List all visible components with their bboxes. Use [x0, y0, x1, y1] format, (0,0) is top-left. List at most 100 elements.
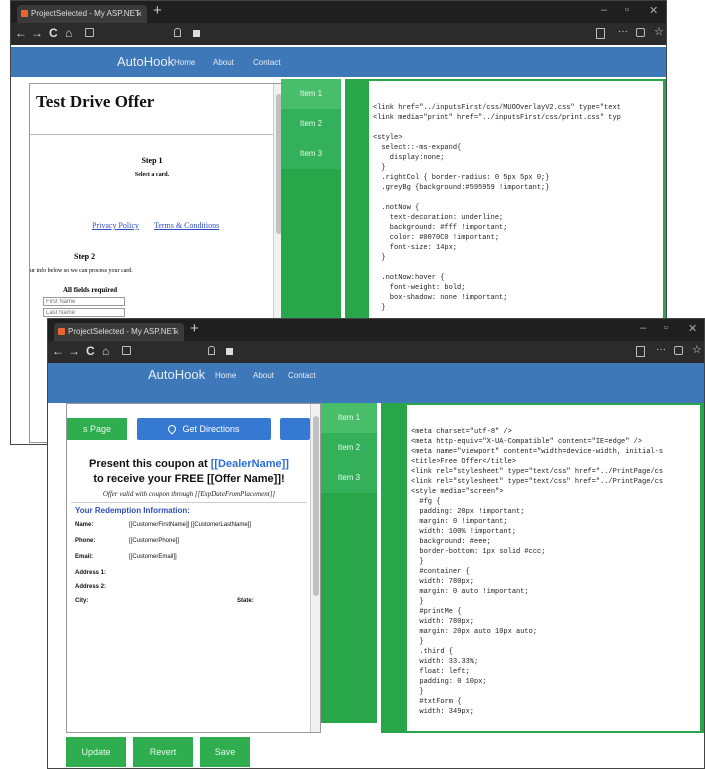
- code-line: <link href="../inputsFirst/css/MUOOverla…: [373, 104, 621, 112]
- coupon-line2: to receive your FREE [[Offer Name]]!: [93, 473, 285, 485]
- reader-icon[interactable]: [596, 28, 605, 39]
- code-line: }: [411, 638, 424, 646]
- nav-home[interactable]: Home: [174, 58, 195, 67]
- code-line: .notNow:hover {: [373, 274, 445, 282]
- last-name-field[interactable]: [43, 308, 125, 317]
- new-tab-icon[interactable]: +: [190, 320, 199, 337]
- brand-logo[interactable]: AutoHook: [117, 54, 174, 69]
- scrollbar-thumb[interactable]: [313, 416, 319, 596]
- code-line: font-weight: bold;: [373, 284, 466, 292]
- bookmark-star-icon[interactable]: ☆: [692, 343, 702, 356]
- tab-close-icon[interactable]: ×: [137, 5, 142, 23]
- state-label: State:: [237, 598, 254, 604]
- lock-icon: [193, 30, 200, 37]
- code-line: select::-ms-expand{: [373, 144, 462, 152]
- back-icon[interactable]: ←: [52, 344, 64, 358]
- code-editor[interactable]: <meta charset="utf-8" /> <meta http-equiv…: [407, 405, 700, 731]
- code-line: box-shadow: none !important;: [373, 294, 508, 302]
- more-menu-icon[interactable]: ···: [656, 344, 666, 355]
- nav-contact[interactable]: Contact: [253, 58, 281, 67]
- extra-button[interactable]: [280, 418, 310, 440]
- code-line: font-size: 14px;: [373, 244, 458, 252]
- field-label: City:: [75, 598, 89, 604]
- menu-item-2[interactable]: Item 2: [281, 109, 341, 139]
- brand-logo[interactable]: AutoHook: [148, 367, 205, 382]
- browser-toolbar: ← → C ⌂ ··· ☆: [48, 341, 704, 363]
- browser-toolbar: ← → C ⌂ ··· ☆: [11, 23, 666, 45]
- menu-item-3[interactable]: Item 3: [281, 139, 341, 169]
- reload-icon[interactable]: C: [49, 26, 58, 40]
- bookmark-star-icon[interactable]: ☆: [654, 25, 664, 38]
- privacy-policy-link[interactable]: Privacy Policy: [92, 221, 139, 230]
- code-line: <title>Free Offer</title>: [411, 458, 517, 466]
- more-menu-icon[interactable]: ···: [618, 26, 628, 37]
- maximize-icon[interactable]: ▫: [625, 4, 629, 16]
- code-line: display:none;: [373, 154, 445, 162]
- pocket-icon[interactable]: [674, 346, 683, 355]
- new-tab-icon[interactable]: +: [153, 2, 162, 19]
- browser-tab[interactable]: ProjectSelected - My ASP.NET ×: [17, 5, 147, 23]
- revert-button[interactable]: Revert: [133, 737, 193, 767]
- code-line: text-decoration: underline;: [373, 214, 504, 222]
- code-line: }: [373, 304, 386, 312]
- nav-about[interactable]: About: [213, 58, 234, 67]
- coupon-headline: Present this coupon at [[DealerName]]: [67, 458, 311, 470]
- code-line: border-bottom: 1px solid #ccc;: [411, 548, 546, 556]
- minimize-icon[interactable]: –: [640, 322, 646, 334]
- page-button[interactable]: s Page: [67, 418, 127, 440]
- required-note: All fields required: [63, 286, 118, 294]
- coupon-preview-pane[interactable]: s Page Get Directions Present this coupo…: [66, 403, 321, 733]
- maximize-icon[interactable]: ▫: [664, 322, 668, 334]
- save-button[interactable]: Save: [200, 737, 250, 767]
- close-window-icon[interactable]: ✕: [688, 322, 697, 335]
- menu-item-1[interactable]: Item 1: [321, 403, 377, 433]
- pocket-icon[interactable]: [636, 28, 645, 37]
- favicon-icon: [21, 10, 28, 17]
- nav-contact[interactable]: Contact: [288, 371, 316, 380]
- minimize-icon[interactable]: –: [601, 4, 607, 16]
- reload-icon[interactable]: C: [86, 344, 95, 358]
- browser-tab[interactable]: ProjectSelected - My ASP.NET ×: [54, 323, 184, 341]
- menu-item-3[interactable]: Item 3: [321, 463, 377, 493]
- field-label: Email:: [75, 554, 94, 560]
- coupon-line1: Present this coupon at: [89, 458, 211, 470]
- divider: [71, 502, 307, 503]
- code-line: padding: 20px !important;: [411, 508, 525, 516]
- home-icon[interactable]: ⌂: [65, 26, 72, 40]
- tab-title: ProjectSelected - My ASP.NET: [31, 9, 140, 18]
- update-button[interactable]: Update: [66, 737, 126, 767]
- code-line: .rightCol { border-radius: 0 5px 5px 0;}: [373, 174, 550, 182]
- scrollbar[interactable]: [310, 404, 320, 732]
- home-icon[interactable]: ⌂: [102, 344, 109, 358]
- code-line: <style media="screen">: [411, 488, 504, 496]
- step1-title: Step 1: [141, 156, 163, 165]
- tab-close-icon[interactable]: ×: [174, 323, 179, 341]
- field-label: Phone:: [75, 538, 96, 544]
- field-value: [[CustomerPhone]]: [129, 538, 180, 544]
- step2-title: Step 2: [74, 252, 96, 261]
- terms-link[interactable]: Terms & Conditions: [154, 221, 219, 230]
- reader-icon[interactable]: [636, 346, 645, 357]
- forward-icon[interactable]: →: [31, 26, 43, 40]
- back-icon[interactable]: ←: [15, 26, 27, 40]
- first-name-field[interactable]: [43, 297, 125, 306]
- location-pin-icon: [166, 423, 179, 435]
- menu-item-2[interactable]: Item 2: [321, 433, 377, 463]
- close-window-icon[interactable]: ✕: [649, 4, 658, 17]
- code-line: width: 780px;: [411, 618, 475, 626]
- nav-about[interactable]: About: [253, 371, 274, 380]
- get-directions-button[interactable]: Get Directions: [137, 418, 271, 440]
- menu-item-1[interactable]: Item 1: [281, 79, 341, 109]
- code-line: margin: 0 auto !important;: [411, 588, 529, 596]
- title-bar: ProjectSelected - My ASP.NET × + – ▫ ✕: [48, 319, 704, 341]
- forward-icon[interactable]: →: [68, 344, 80, 358]
- code-line: .third {: [411, 648, 454, 656]
- page-title: Test Drive Offer: [36, 92, 155, 111]
- code-line: .notNow {: [373, 204, 420, 212]
- code-line: }: [411, 688, 424, 696]
- nav-home[interactable]: Home: [215, 371, 236, 380]
- side-menu: Item 1 Item 2 Item 3: [321, 403, 377, 723]
